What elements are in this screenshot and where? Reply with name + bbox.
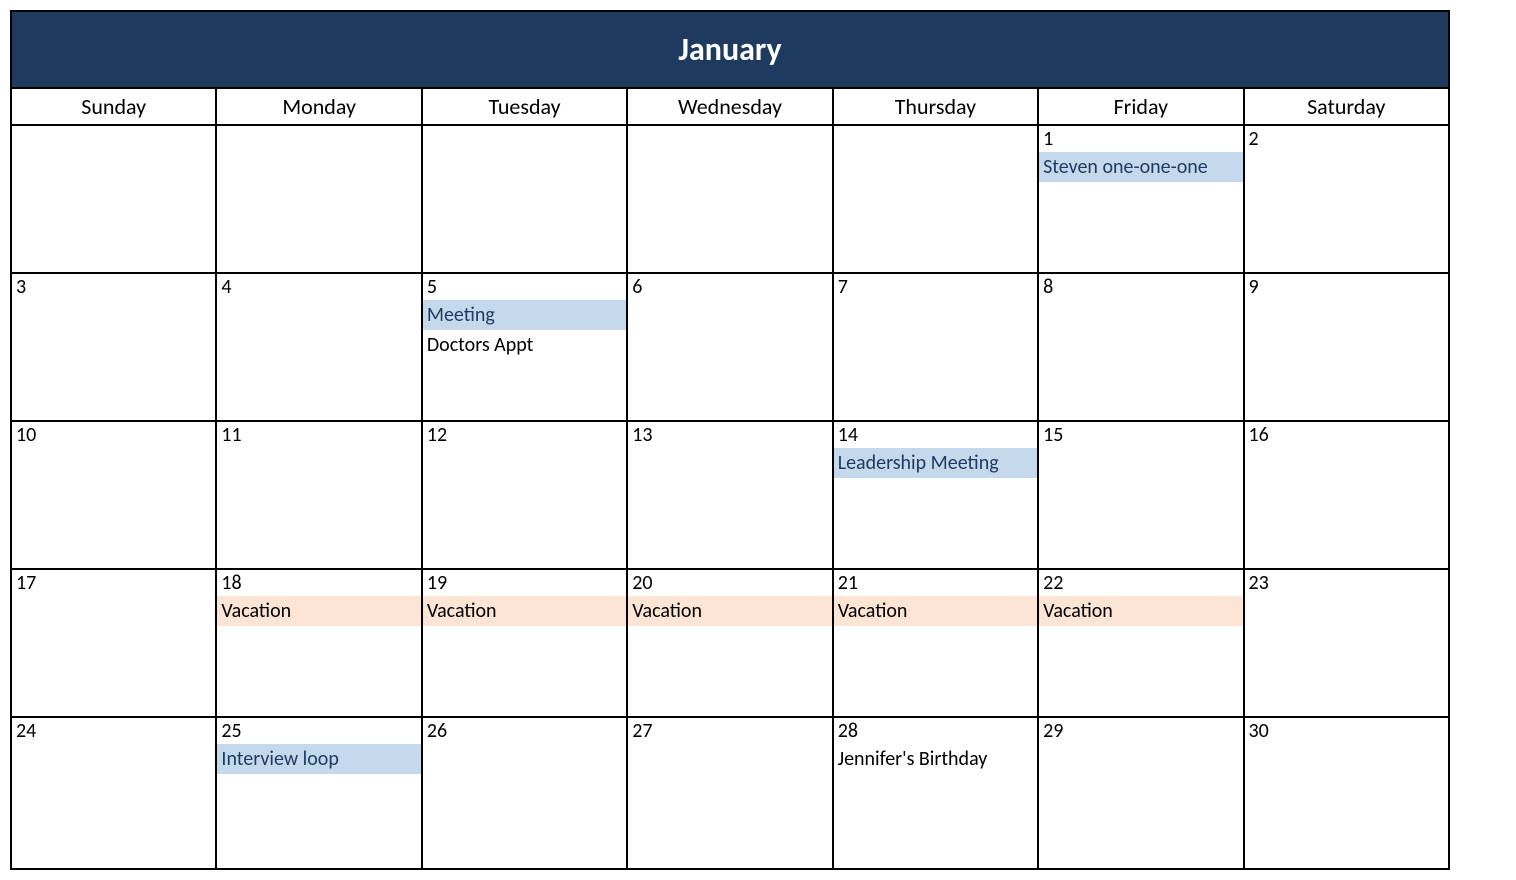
day-cell[interactable]: 25Interview loop [216, 717, 421, 869]
day-cell[interactable]: 4 [216, 273, 421, 421]
day-cell[interactable]: 27 [627, 717, 832, 869]
date-number: 1 [1039, 126, 1242, 152]
day-cell[interactable] [216, 125, 421, 273]
day-cell[interactable]: 3 [11, 273, 216, 421]
day-cell[interactable]: 16 [1244, 421, 1449, 569]
day-cell[interactable]: 28Jennifer's Birthday [833, 717, 1038, 869]
date-number: 28 [834, 718, 1037, 744]
date-number: 17 [12, 570, 215, 596]
date-number: 16 [1245, 422, 1448, 448]
calendar-event[interactable]: Meeting [423, 300, 626, 330]
calendar-event[interactable]: Leadership Meeting [834, 448, 1037, 478]
day-cell[interactable] [422, 125, 627, 273]
date-number: 5 [423, 274, 626, 300]
date-number: 30 [1245, 718, 1448, 744]
calendar-table: January Sunday Monday Tuesday Wednesday … [10, 10, 1450, 870]
day-cell[interactable]: 8 [1038, 273, 1243, 421]
calendar-week-row: 1718Vacation19Vacation20Vacation21Vacati… [11, 569, 1449, 717]
date-number: 24 [12, 718, 215, 744]
day-cell[interactable] [11, 125, 216, 273]
day-cell[interactable]: 26 [422, 717, 627, 869]
day-cell[interactable]: 9 [1244, 273, 1449, 421]
date-number: 22 [1039, 570, 1242, 596]
date-number: 21 [834, 570, 1037, 596]
calendar-event[interactable]: Vacation [1039, 596, 1242, 626]
day-header-friday: Friday [1038, 88, 1243, 125]
month-title: January [11, 11, 1449, 88]
date-number: 9 [1245, 274, 1448, 300]
date-number: 6 [628, 274, 831, 300]
day-cell[interactable]: 23 [1244, 569, 1449, 717]
date-number: 10 [12, 422, 215, 448]
day-header-saturday: Saturday [1244, 88, 1449, 125]
day-cell[interactable]: 14Leadership Meeting [833, 421, 1038, 569]
day-cell[interactable]: 30 [1244, 717, 1449, 869]
date-number: 14 [834, 422, 1037, 448]
day-header-monday: Monday [216, 88, 421, 125]
date-number: 26 [423, 718, 626, 744]
date-number: 2 [1245, 126, 1448, 152]
date-number: 29 [1039, 718, 1242, 744]
day-cell[interactable]: 20Vacation [627, 569, 832, 717]
day-cell[interactable]: 15 [1038, 421, 1243, 569]
calendar-week-row: 1011121314Leadership Meeting1516 [11, 421, 1449, 569]
day-cell[interactable]: 22Vacation [1038, 569, 1243, 717]
day-cell[interactable] [627, 125, 832, 273]
calendar-event[interactable]: Vacation [217, 596, 420, 626]
day-cell[interactable]: 1Steven one-one-one [1038, 125, 1243, 273]
calendar-event[interactable]: Steven one-one-one [1039, 152, 1242, 182]
date-number: 4 [217, 274, 420, 300]
day-cell[interactable]: 24 [11, 717, 216, 869]
date-number: 15 [1039, 422, 1242, 448]
day-cell[interactable]: 12 [422, 421, 627, 569]
calendar-week-row: 2425Interview loop262728Jennifer's Birth… [11, 717, 1449, 869]
day-cell[interactable]: 10 [11, 421, 216, 569]
calendar-week-row: 345MeetingDoctors Appt6789 [11, 273, 1449, 421]
date-number: 25 [217, 718, 420, 744]
day-header-wednesday: Wednesday [627, 88, 832, 125]
day-header-sunday: Sunday [11, 88, 216, 125]
date-number: 13 [628, 422, 831, 448]
date-number: 23 [1245, 570, 1448, 596]
calendar-event[interactable]: Interview loop [217, 744, 420, 774]
date-number: 18 [217, 570, 420, 596]
day-cell[interactable]: 19Vacation [422, 569, 627, 717]
date-number: 12 [423, 422, 626, 448]
day-header-thursday: Thursday [833, 88, 1038, 125]
date-number: 3 [12, 274, 215, 300]
day-header-row: Sunday Monday Tuesday Wednesday Thursday… [11, 88, 1449, 125]
day-cell[interactable]: 17 [11, 569, 216, 717]
calendar-event[interactable]: Doctors Appt [423, 330, 626, 360]
day-cell[interactable]: 5MeetingDoctors Appt [422, 273, 627, 421]
calendar-week-row: 1Steven one-one-one2 [11, 125, 1449, 273]
calendar-event[interactable]: Jennifer's Birthday [834, 744, 1037, 774]
day-cell[interactable] [833, 125, 1038, 273]
day-cell[interactable]: 7 [833, 273, 1038, 421]
day-header-tuesday: Tuesday [422, 88, 627, 125]
date-number: 27 [628, 718, 831, 744]
day-cell[interactable]: 6 [627, 273, 832, 421]
day-cell[interactable]: 2 [1244, 125, 1449, 273]
calendar-event[interactable]: Vacation [628, 596, 831, 626]
date-number: 8 [1039, 274, 1242, 300]
day-cell[interactable]: 13 [627, 421, 832, 569]
date-number: 11 [217, 422, 420, 448]
day-cell[interactable]: 21Vacation [833, 569, 1038, 717]
date-number: 20 [628, 570, 831, 596]
day-cell[interactable]: 11 [216, 421, 421, 569]
calendar-event[interactable]: Vacation [423, 596, 626, 626]
date-number: 7 [834, 274, 1037, 300]
date-number: 19 [423, 570, 626, 596]
day-cell[interactable]: 29 [1038, 717, 1243, 869]
calendar-event[interactable]: Vacation [834, 596, 1037, 626]
calendar-body: 1Steven one-one-one2345MeetingDoctors Ap… [11, 125, 1449, 869]
day-cell[interactable]: 18Vacation [216, 569, 421, 717]
